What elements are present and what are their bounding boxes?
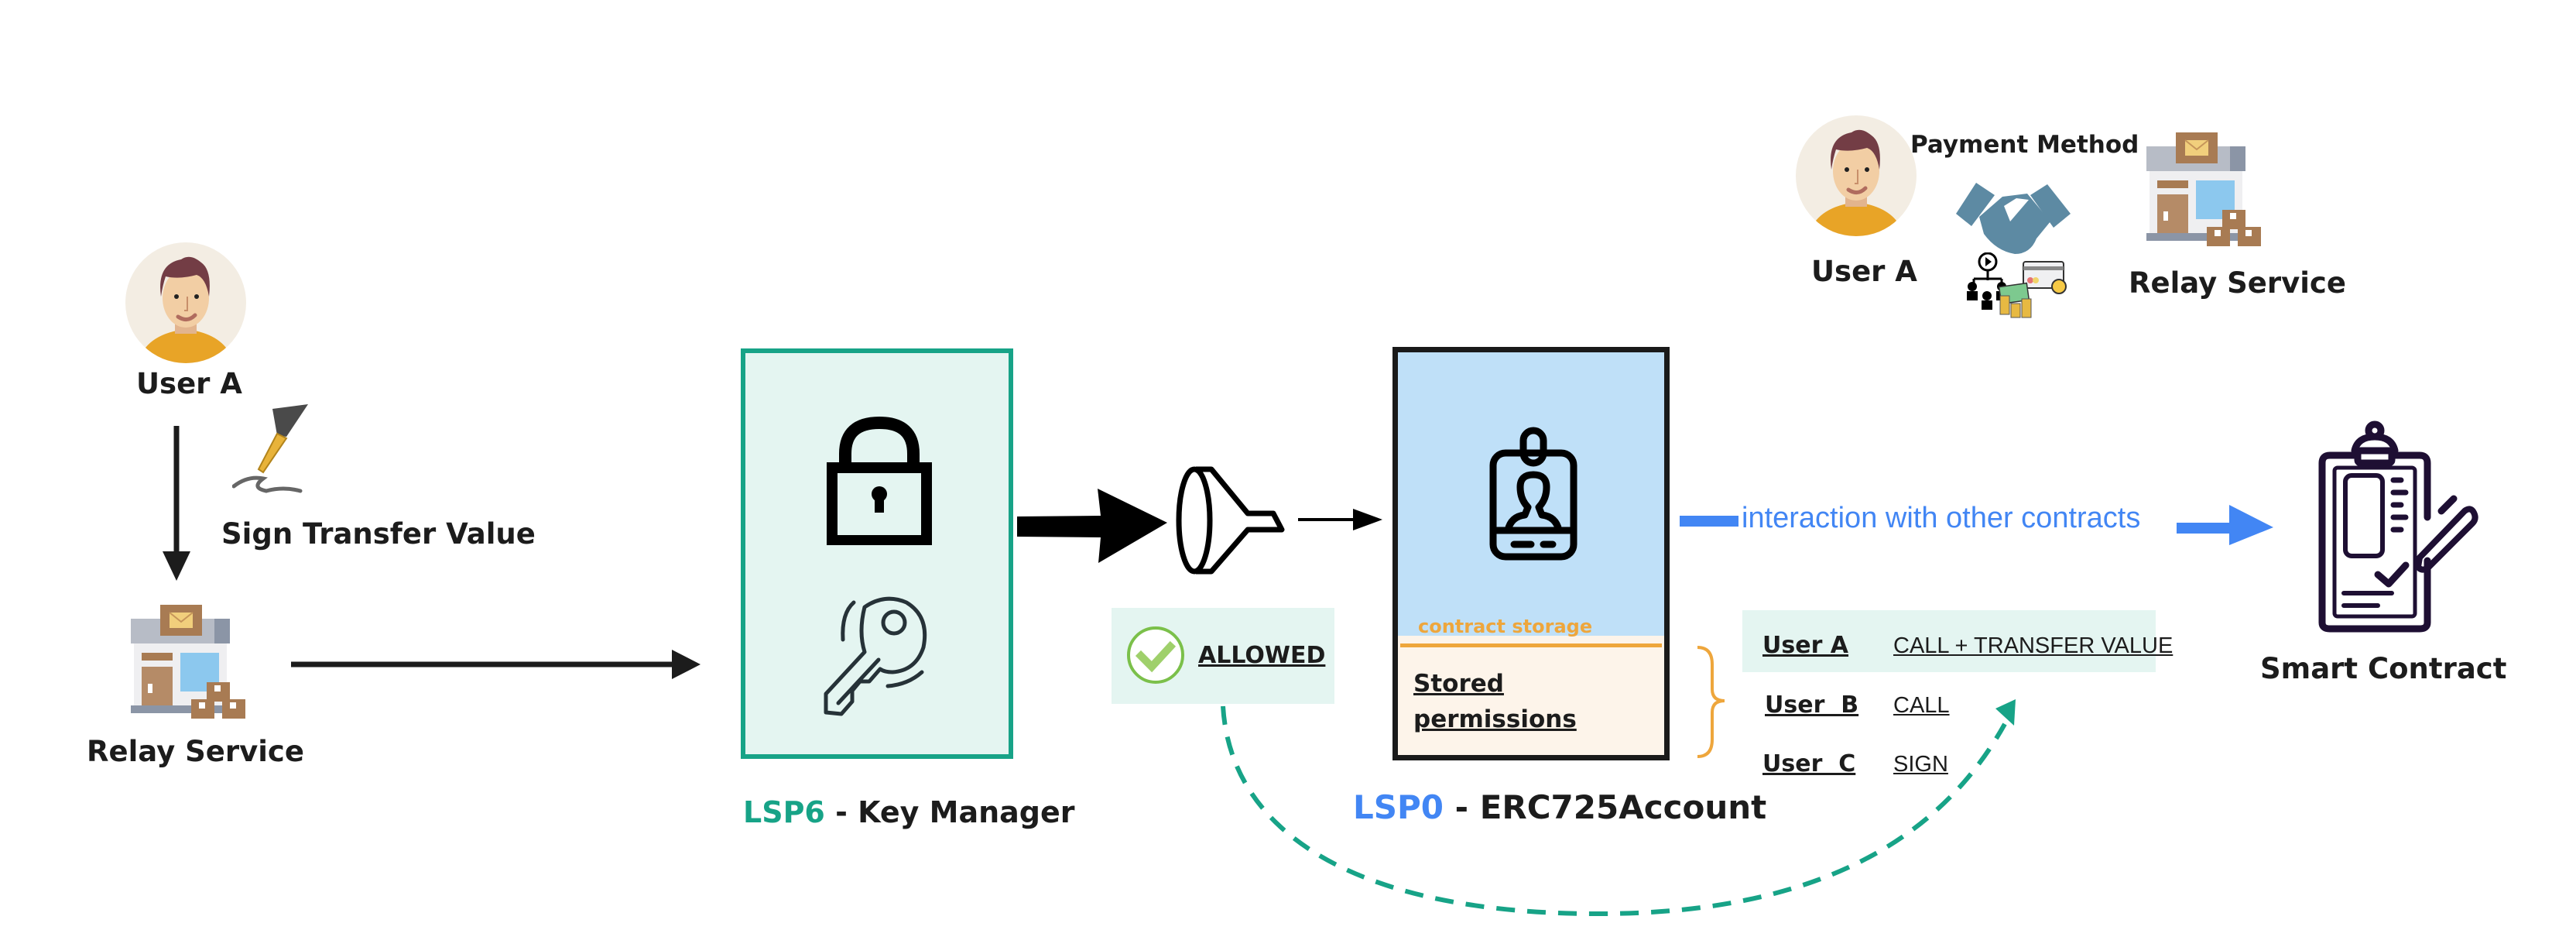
permission-value: SIGN bbox=[1893, 752, 1948, 777]
permission-value: CALL bbox=[1893, 693, 1950, 718]
erc725-account-title: LSP0 - ERC725Account bbox=[1353, 791, 1766, 824]
smart-contract-icon bbox=[2314, 420, 2481, 633]
allowed-label: ALLOWED bbox=[1198, 642, 1326, 669]
user-to-relay-arrow bbox=[163, 426, 190, 581]
key-manager-box bbox=[741, 348, 1013, 759]
relay-service-icon bbox=[131, 605, 245, 719]
lsp6-prefix: LSP6 bbox=[743, 795, 825, 829]
pen-sign-icon bbox=[231, 404, 310, 497]
payment-relay-label: Relay Service bbox=[2129, 266, 2346, 300]
permissions-brace bbox=[1697, 646, 1725, 758]
permission-value: CALL + TRANSFER VALUE bbox=[1893, 633, 2174, 658]
smart-contract-label: Smart Contract bbox=[2260, 652, 2507, 685]
erc725-account-box: contract storage Stored permissions bbox=[1392, 347, 1670, 760]
account-blue-section: contract storage bbox=[1398, 352, 1664, 637]
user-a-label: User A bbox=[136, 367, 242, 400]
permission-user: User A bbox=[1762, 632, 1849, 659]
lsp0-prefix: LSP0 bbox=[1353, 788, 1444, 826]
contract-storage-label: contract storage bbox=[1418, 616, 1593, 637]
keymanager-to-filter-arrow bbox=[1017, 489, 1167, 563]
relay-to-keymanager-arrow bbox=[291, 650, 701, 679]
relay-service-label: Relay Service bbox=[87, 735, 304, 768]
key-manager-name: - Key Manager bbox=[824, 795, 1075, 829]
handshake-icon bbox=[1956, 183, 2071, 257]
sign-transfer-value-label: Sign Transfer Value bbox=[221, 517, 536, 551]
permission-user: User B bbox=[1765, 691, 1859, 719]
filter-to-account-arrow bbox=[1298, 509, 1382, 530]
permission-user: User C bbox=[1762, 750, 1856, 777]
payment-user-label: User A bbox=[1811, 255, 1917, 288]
person-avatar-icon bbox=[1796, 115, 1917, 236]
payment-options-icon bbox=[1966, 252, 2068, 321]
payment-user-avatar bbox=[1796, 115, 1917, 236]
interaction-label: interaction with other contracts bbox=[1742, 502, 2141, 534]
padlock-icon bbox=[827, 417, 932, 545]
stored-permissions-label: Stored permissions bbox=[1413, 670, 1577, 733]
check-circle-icon bbox=[1127, 626, 1184, 684]
payment-relay-icon bbox=[2146, 132, 2261, 246]
user-a-avatar bbox=[125, 242, 246, 363]
key-icon bbox=[824, 596, 927, 716]
allowed-status-box: ALLOWED bbox=[1112, 608, 1334, 704]
erc725-account-name: - ERC725Account bbox=[1444, 788, 1767, 826]
storage-separator bbox=[1400, 643, 1662, 647]
id-badge-icon bbox=[1489, 427, 1577, 561]
payment-method-label: Payment Method bbox=[1910, 131, 2139, 159]
key-manager-title: LSP6 - Key Manager bbox=[743, 798, 1075, 827]
person-avatar-icon bbox=[125, 242, 246, 363]
filter-funnel-icon bbox=[1176, 466, 1285, 575]
